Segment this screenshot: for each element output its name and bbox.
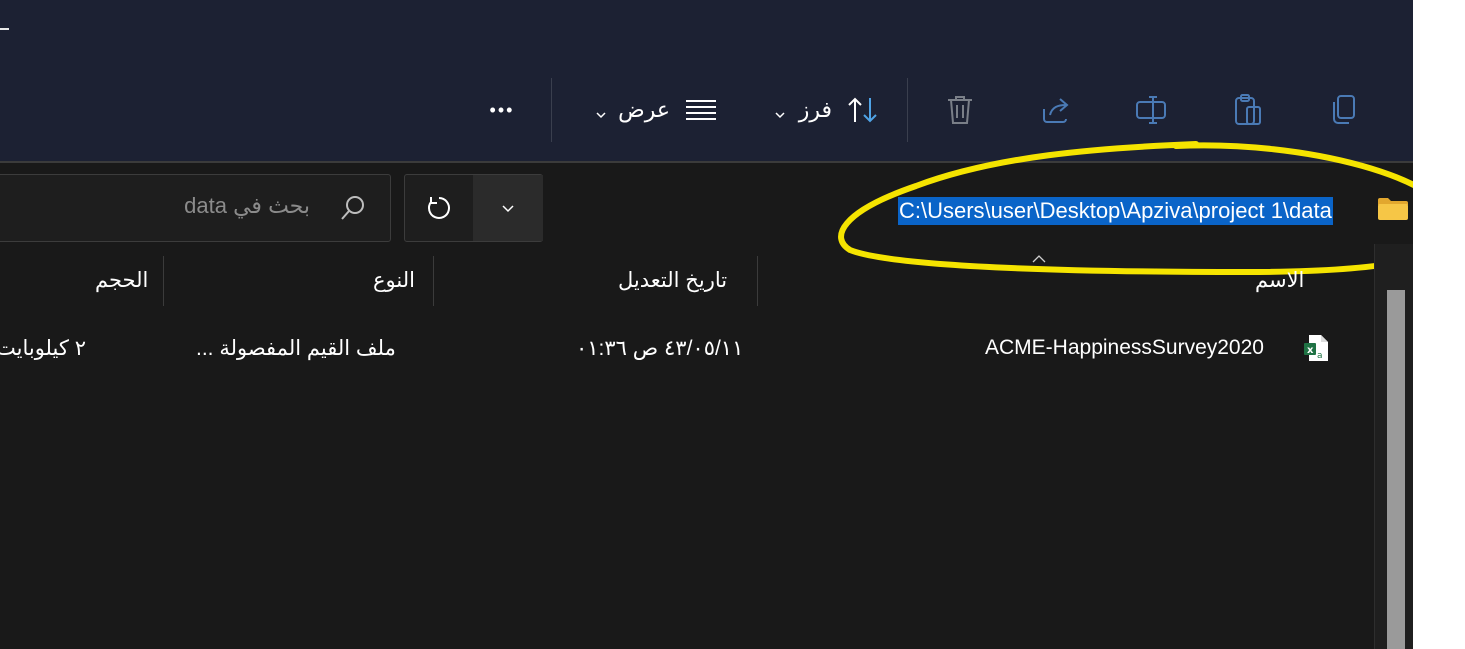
more-icon: ••• xyxy=(489,99,515,120)
copy-icon[interactable] xyxy=(1326,92,1362,128)
chevron-down-icon xyxy=(771,102,787,119)
svg-text:x: x xyxy=(1307,345,1314,356)
column-header-type[interactable]: النوع xyxy=(373,268,415,293)
delete-icon[interactable] xyxy=(942,92,978,128)
toolbar-separator xyxy=(907,78,908,142)
column-header-date[interactable]: تاريخ التعديل xyxy=(618,268,727,293)
column-separator[interactable] xyxy=(433,256,434,306)
paste-icon[interactable] xyxy=(1230,92,1266,128)
file-explorer-window: فرز عرض ••• بحث في data C:\Users\user\De… xyxy=(0,0,1413,649)
toolbar-separator xyxy=(551,78,552,142)
file-type: ملف القيم المفصولة ... xyxy=(196,337,396,360)
more-options-button[interactable]: ••• xyxy=(480,90,524,130)
sort-button[interactable]: فرز xyxy=(770,90,880,130)
view-button[interactable]: عرض xyxy=(583,90,718,130)
file-size: ٢ كيلوبايت xyxy=(0,337,86,360)
search-input[interactable]: بحث في data xyxy=(0,174,391,242)
scrollbar-thumb[interactable] xyxy=(1387,290,1405,649)
rename-icon[interactable] xyxy=(1134,92,1170,128)
highlight-annotation xyxy=(838,141,1413,276)
minimize-icon[interactable] xyxy=(0,28,9,30)
share-icon[interactable] xyxy=(1038,92,1074,128)
view-icon xyxy=(684,98,718,122)
search-icon xyxy=(340,195,366,226)
file-name: ACME-HappinessSurvey2020 xyxy=(985,336,1264,359)
sort-ascending-icon xyxy=(1031,252,1047,270)
svg-text:a: a xyxy=(1317,351,1323,361)
column-header-size[interactable]: الحجم xyxy=(95,268,148,293)
chevron-down-icon xyxy=(500,200,516,216)
sort-label: فرز xyxy=(798,97,832,122)
excel-file-icon: x a xyxy=(1303,334,1329,367)
address-controls xyxy=(404,174,543,242)
refresh-icon xyxy=(425,194,453,222)
column-separator[interactable] xyxy=(757,256,758,306)
file-date-modified: ٤٣/٠٥/١١ ص ٠١:٣٦ xyxy=(576,337,744,360)
search-placeholder: بحث في data xyxy=(184,193,310,218)
column-separator[interactable] xyxy=(163,256,164,306)
column-header-name[interactable]: الاسم xyxy=(1255,268,1304,293)
view-label: عرض xyxy=(618,97,670,122)
sort-icon xyxy=(846,95,880,125)
vertical-scrollbar[interactable] xyxy=(1374,244,1413,649)
address-history-button[interactable] xyxy=(473,175,543,241)
refresh-button[interactable] xyxy=(405,175,473,241)
chevron-down-icon xyxy=(592,102,608,119)
